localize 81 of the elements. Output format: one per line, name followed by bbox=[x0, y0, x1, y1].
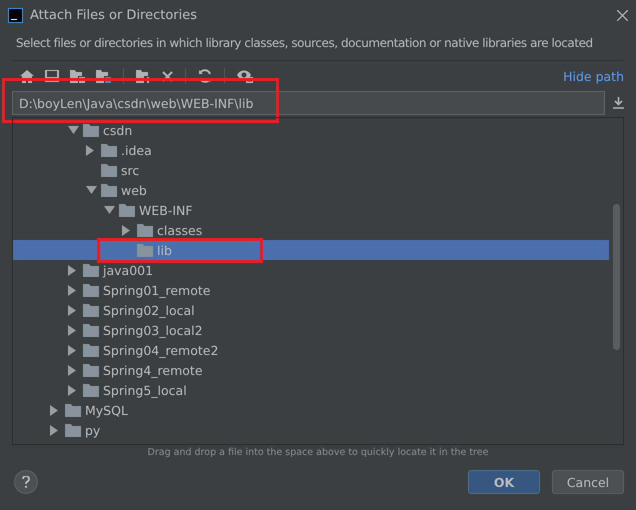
refresh-icon[interactable] bbox=[198, 69, 212, 83]
tree-row[interactable]: csdn bbox=[13, 120, 609, 140]
hide-path-link[interactable]: Hide path bbox=[563, 68, 624, 84]
collapsed-arrow-icon[interactable] bbox=[68, 344, 76, 356]
tree-row[interactable]: Spring4_remote bbox=[13, 360, 609, 380]
folder-icon bbox=[83, 124, 99, 136]
monitor-icon[interactable] bbox=[45, 70, 59, 82]
help-icon[interactable] bbox=[14, 470, 38, 494]
tree-row[interactable]: Spring03_local2 bbox=[13, 320, 609, 340]
expanded-arrow-icon[interactable] bbox=[104, 206, 115, 214]
folder-name: Spring02_local bbox=[103, 302, 195, 318]
folder-file-icon[interactable] bbox=[70, 69, 85, 83]
folder-icon bbox=[83, 304, 99, 316]
delete-icon[interactable] bbox=[162, 70, 173, 82]
tree-row[interactable]: Spring04_remote2 bbox=[13, 340, 609, 360]
folder-icon bbox=[101, 144, 117, 156]
folder-name: src bbox=[121, 162, 140, 178]
folder-icon bbox=[83, 324, 99, 336]
folder-name: java001 bbox=[103, 262, 154, 278]
collapsed-arrow-icon[interactable] bbox=[68, 264, 76, 276]
new-folder-icon[interactable] bbox=[136, 69, 151, 83]
folder-name: classes bbox=[157, 222, 202, 238]
collapsed-arrow-icon[interactable] bbox=[68, 324, 76, 336]
folder-icon bbox=[83, 384, 99, 396]
folder-icon bbox=[83, 344, 99, 356]
folder-icon bbox=[65, 404, 81, 416]
home-icon[interactable] bbox=[20, 70, 34, 82]
tree-row[interactable]: src bbox=[13, 160, 609, 180]
hint-text: Drag and drop a file into the space above to quickly locate it in the tree bbox=[146, 446, 490, 458]
download-icon[interactable] bbox=[613, 97, 624, 109]
folder-icon bbox=[137, 224, 153, 236]
folder-name: Spring03_local2 bbox=[103, 322, 203, 338]
folder-name: web bbox=[121, 182, 147, 198]
tree-row[interactable]: .idea bbox=[13, 140, 609, 160]
collapsed-arrow-icon[interactable] bbox=[86, 144, 94, 156]
folder-module-icon[interactable] bbox=[96, 69, 111, 83]
folder-icon bbox=[119, 204, 135, 216]
collapsed-arrow-icon[interactable] bbox=[68, 364, 76, 376]
tree-row[interactable]: Spring01_remote bbox=[13, 280, 609, 300]
folder-icon bbox=[83, 264, 99, 276]
folder-name: WEB-INF bbox=[139, 202, 193, 218]
folder-name: lib bbox=[157, 242, 172, 258]
close-icon[interactable] bbox=[617, 10, 628, 20]
folder-name: Spring5_local bbox=[103, 382, 187, 398]
tree-row[interactable]: classes bbox=[13, 220, 609, 240]
path-field[interactable]: D:\boyLen\Java\csdn\web\WEB-INF\lib bbox=[12, 91, 605, 115]
tree-row[interactable]: MySQL bbox=[13, 400, 609, 420]
ok-button[interactable]: OK bbox=[468, 470, 540, 494]
collapsed-arrow-icon[interactable] bbox=[50, 424, 58, 436]
folder-icon bbox=[101, 184, 117, 196]
tree-row[interactable]: py bbox=[13, 420, 609, 440]
folder-icon bbox=[83, 284, 99, 296]
folder-name: .idea bbox=[121, 142, 152, 158]
cancel-button[interactable]: Cancel bbox=[552, 470, 624, 494]
show-hidden-icon[interactable] bbox=[237, 69, 253, 83]
folder-name: Spring04_remote2 bbox=[103, 342, 218, 358]
expanded-arrow-icon[interactable] bbox=[86, 186, 97, 194]
tree-row[interactable]: WEB-INF bbox=[13, 200, 609, 220]
tree-row[interactable]: web bbox=[13, 180, 609, 200]
folder-icon bbox=[101, 164, 117, 176]
expanded-arrow-icon[interactable] bbox=[68, 126, 79, 134]
collapsed-arrow-icon[interactable] bbox=[50, 404, 58, 416]
tree-row[interactable]: Spring5_local bbox=[13, 380, 609, 400]
window-title: Attach Files or Directories bbox=[30, 8, 198, 22]
scrollbar-thumb[interactable] bbox=[613, 204, 620, 350]
collapsed-arrow-icon[interactable] bbox=[68, 304, 76, 316]
tree-row[interactable]: java001 bbox=[13, 260, 609, 280]
collapsed-arrow-icon[interactable] bbox=[68, 384, 76, 396]
folder-name: MySQL bbox=[85, 402, 128, 418]
collapsed-arrow-icon[interactable] bbox=[122, 224, 130, 236]
app-logo-icon bbox=[8, 8, 23, 22]
folder-name: Spring4_remote bbox=[103, 362, 203, 378]
folder-name: Spring01_remote bbox=[103, 282, 210, 298]
folder-icon bbox=[83, 364, 99, 376]
collapsed-arrow-icon[interactable] bbox=[68, 284, 76, 296]
description-text: Select files or directories in which library classes, sources, documentation or native libraries are located bbox=[12, 30, 624, 61]
folder-icon bbox=[65, 424, 81, 436]
folder-name: py bbox=[85, 422, 100, 438]
folder-icon bbox=[137, 244, 153, 256]
tree-row[interactable]: Spring02_local bbox=[13, 300, 609, 320]
folder-name: csdn bbox=[103, 122, 132, 138]
